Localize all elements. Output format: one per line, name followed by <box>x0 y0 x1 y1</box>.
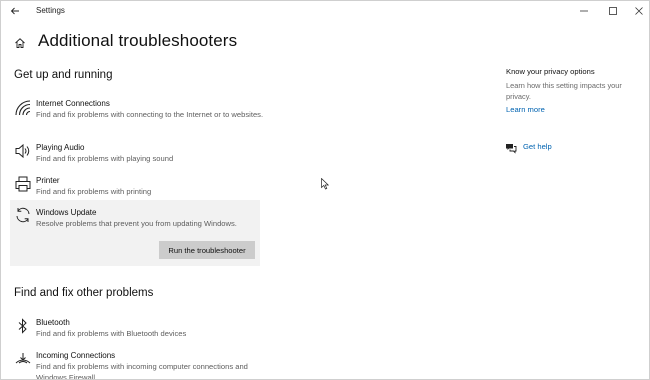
item-description: Find and fix problems with Bluetooth dev… <box>36 329 187 338</box>
title-bar: Settings <box>1 1 649 21</box>
troubleshooter-printer[interactable]: Printer Find and fix problems with print… <box>10 174 260 200</box>
close-icon <box>635 7 643 15</box>
get-help-icon <box>505 141 517 154</box>
page-title: Additional troubleshooters <box>38 31 238 50</box>
learn-more-link[interactable]: Learn more <box>506 105 545 114</box>
item-description: Find and fix problems with connecting to… <box>36 110 264 119</box>
printer-icon <box>13 174 33 194</box>
back-button[interactable] <box>7 3 23 19</box>
item-name: Playing Audio <box>36 143 85 152</box>
item-description: Find and fix problems with incoming comp… <box>36 362 248 380</box>
refresh-icon <box>13 205 33 225</box>
troubleshooter-playing-audio[interactable]: Playing Audio Find and fix problems with… <box>10 141 260 167</box>
section-title-find-and-fix-other-problems: Find and fix other problems <box>14 287 154 299</box>
home-icon <box>15 38 25 48</box>
speaker-icon <box>13 141 33 161</box>
troubleshooter-bluetooth[interactable]: Bluetooth Find and fix problems with Blu… <box>10 315 260 341</box>
app-title: Settings <box>36 6 65 15</box>
home-button[interactable] <box>14 36 26 48</box>
troubleshooter-incoming-connections[interactable]: Incoming Connections Find and fix proble… <box>10 348 260 379</box>
minimize-icon <box>580 10 588 12</box>
troubleshooter-internet-connections[interactable]: Internet Connections Find and fix proble… <box>10 97 263 131</box>
get-help-link[interactable]: Get help <box>523 142 552 151</box>
incoming-connection-icon <box>13 348 33 368</box>
close-button[interactable] <box>624 1 649 21</box>
item-description: Find and fix problems with printing <box>36 187 152 196</box>
section-title-get-up-and-running: Get up and running <box>14 69 113 81</box>
item-name: Internet Connections <box>36 99 110 108</box>
item-name: Windows Update <box>36 208 97 217</box>
item-description: Resolve problems that prevent you from u… <box>36 219 237 228</box>
item-name: Incoming Connections <box>36 351 116 360</box>
wifi-icon <box>13 98 33 118</box>
minimize-button[interactable] <box>569 1 599 21</box>
back-arrow-icon <box>10 7 19 15</box>
item-name: Bluetooth <box>36 318 70 327</box>
run-troubleshooter-button[interactable]: Run the troubleshooter <box>159 241 255 259</box>
privacy-title: Know your privacy options <box>506 67 595 76</box>
item-name: Printer <box>36 176 60 185</box>
troubleshooter-windows-update[interactable]: Windows Update Resolve problems that pre… <box>10 200 260 266</box>
bluetooth-icon <box>13 316 33 336</box>
mouse-pointer-icon <box>321 177 330 190</box>
settings-window: Settings Additional troubleshooters Get … <box>0 0 650 380</box>
privacy-description: Learn how this setting impacts your priv… <box>506 81 622 101</box>
maximize-icon <box>609 7 617 15</box>
item-description: Find and fix problems with playing sound <box>36 154 174 163</box>
